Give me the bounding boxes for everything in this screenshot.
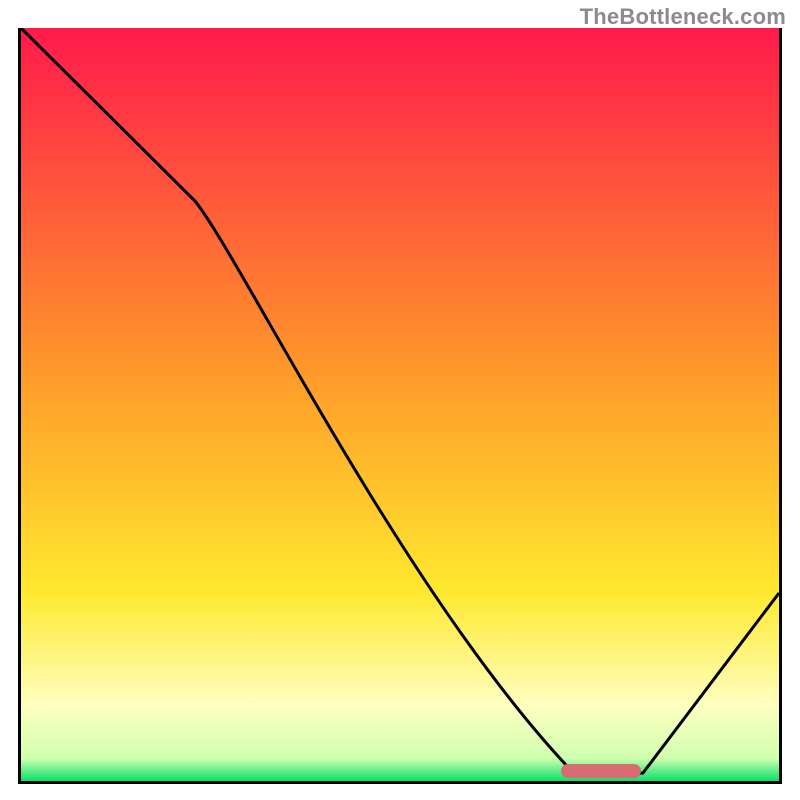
plot-area bbox=[18, 28, 782, 784]
watermark-text: TheBottleneck.com bbox=[580, 4, 786, 30]
optimal-range-marker bbox=[561, 764, 641, 778]
curve-path bbox=[21, 28, 779, 775]
bottleneck-chart: TheBottleneck.com bbox=[0, 0, 800, 800]
bottleneck-curve bbox=[21, 28, 779, 781]
